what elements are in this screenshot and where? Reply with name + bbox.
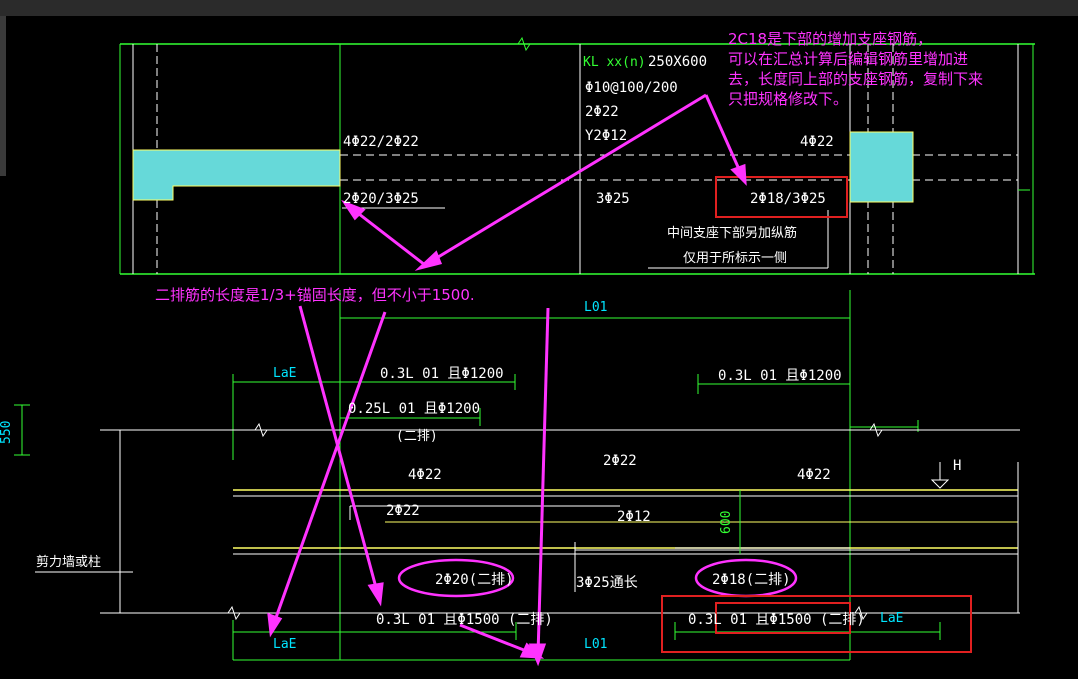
bottom-left-second-row: 2Φ20(二排) <box>435 572 514 588</box>
top-right-top-bars: 4Φ22 <box>800 134 834 150</box>
top-left-top-bars: 4Φ22/2Φ22 <box>343 134 419 150</box>
cad-canvas[interactable]: 2C18是下部的增加支座钢筋， 可以在汇总计算后编辑钢筋里增加进 去，长度同上部… <box>0 0 1078 679</box>
left-concrete-section <box>132 149 341 201</box>
annotation-line-1: 2C18是下部的增加支座钢筋， <box>728 30 932 48</box>
dim-left-second: 0.25L 01 且Φ1200 <box>348 401 480 417</box>
annotation-line-2: 可以在汇总计算后编辑钢筋里增加进 <box>728 50 968 68</box>
beam-size: 250X600 <box>648 54 707 70</box>
top-left-bottom-bars: 2Φ20/3Φ25 <box>343 191 419 207</box>
annotation-line-3: 去，长度同上部的支座钢筋，复制下来 <box>728 70 983 88</box>
top-mid-bottom-bars: 3Φ25 <box>596 191 630 207</box>
lae-left: LaE <box>273 366 296 381</box>
erect-bars: 2Φ22 <box>386 503 420 519</box>
annotation-line-4: 只把规格修改下。 <box>728 90 848 108</box>
l01-top: L01 <box>584 300 607 315</box>
wall-label: 剪力墙或柱 <box>36 554 101 570</box>
left-dim-550: 550 <box>0 421 14 444</box>
drawing-svg: 2C18是下部的增加支座钢筋， 可以在汇总计算后编辑钢筋里增加进 去，长度同上部… <box>0 30 1035 667</box>
drawing-text: 2C18是下部的增加支座钢筋， 可以在汇总计算后编辑钢筋里增加进 去，长度同上部… <box>0 30 983 652</box>
bottom-detail-drawing <box>14 290 1020 661</box>
top-bars-left: 4Φ22 <box>408 467 442 483</box>
bottom-through-bars: 3Φ25通长 <box>576 575 638 591</box>
level-mark: H <box>953 458 961 474</box>
top-right-bottom-bars: 2Φ18/3Φ25 <box>750 191 826 207</box>
lae-bottom-right: LaE <box>880 611 903 626</box>
beam-side-bars: Y2Φ12 <box>585 128 627 144</box>
l01-bottom: L01 <box>584 637 607 652</box>
dim-left-top: 0.3L 01 且Φ1200 <box>380 366 504 382</box>
second-row-tag: (二排) <box>396 429 438 444</box>
right-concrete-section <box>849 131 914 203</box>
support-note-2: 仅用于所标示一侧 <box>683 251 787 266</box>
top-bars-right: 4Φ22 <box>797 467 831 483</box>
depth-dim: 600 <box>719 511 734 534</box>
beam-stirrup: Φ10@100/200 <box>585 80 678 96</box>
side-bars: 2Φ12 <box>617 509 651 525</box>
beam-kl: KL xx(n) <box>583 55 646 70</box>
second-row-note: 二排筋的长度是1/3+锚固长度，但不小于1500. <box>155 286 475 304</box>
mid-top-bars: 2Φ22 <box>603 453 637 469</box>
support-note-1: 中间支座下部另加纵筋 <box>667 225 797 241</box>
dim-bottom-right: 0.3L 01 且Φ1500 (二排) <box>688 612 865 628</box>
dim-bottom-left: 0.3L 01 且Φ1500 (二排) <box>376 612 553 628</box>
beam-top-bars: 2Φ22 <box>585 104 619 120</box>
bottom-right-second-row: 2Φ18(二排) <box>712 572 791 588</box>
dim-right-top: 0.3L 01 且Φ1200 <box>718 368 842 384</box>
lae-bottom-left: LaE <box>273 637 296 652</box>
